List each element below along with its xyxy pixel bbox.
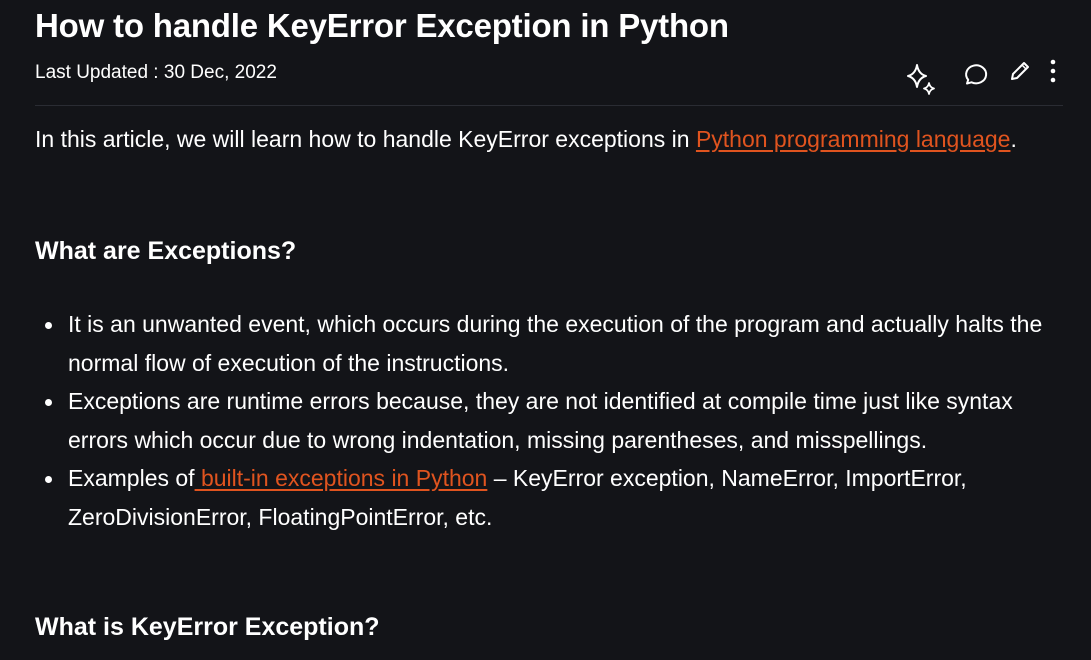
last-updated-label: Last Updated : xyxy=(35,62,164,83)
header-divider xyxy=(35,105,1063,106)
more-options-icon[interactable] xyxy=(1046,58,1060,86)
python-programming-language-link[interactable]: Python programming language xyxy=(696,126,1011,152)
sparkle-ai-icon[interactable] xyxy=(904,62,938,96)
bullet-icon xyxy=(45,399,52,406)
comment-icon[interactable] xyxy=(960,61,988,89)
list-item-text: Exceptions are runtime errors because, t… xyxy=(68,388,1013,453)
list-item: Exceptions are runtime errors because, t… xyxy=(35,382,1065,459)
exceptions-bullet-list: It is an unwanted event, which occurs du… xyxy=(35,305,1065,536)
article-title: How to handle KeyError Exception in Pyth… xyxy=(35,7,729,44)
article: How to handle KeyError Exception in Pyth… xyxy=(0,0,1091,660)
last-updated: Last Updated : 30 Dec, 2022 xyxy=(35,61,277,85)
list-item-text: It is an unwanted event, which occurs du… xyxy=(68,311,1043,376)
intro-paragraph: In this article, we will learn how to ha… xyxy=(35,120,1055,159)
bullet-icon xyxy=(45,476,52,483)
bullet-icon xyxy=(45,322,52,329)
section-heading-exceptions: What are Exceptions? xyxy=(35,237,297,265)
section-heading-keyerror: What is KeyError Exception? xyxy=(35,613,380,641)
intro-text-end: . xyxy=(1010,126,1017,152)
list-item: It is an unwanted event, which occurs du… xyxy=(35,305,1065,382)
list-item-text: Examples of xyxy=(68,465,195,491)
edit-pencil-icon[interactable] xyxy=(1008,59,1032,83)
last-updated-date: 30 Dec, 2022 xyxy=(163,62,277,83)
built-in-exceptions-link[interactable]: built-in exceptions in Python xyxy=(195,465,487,491)
intro-text: In this article, we will learn how to ha… xyxy=(35,126,696,152)
list-item: Examples of built-in exceptions in Pytho… xyxy=(35,459,1065,536)
article-toolbar xyxy=(900,56,1080,96)
